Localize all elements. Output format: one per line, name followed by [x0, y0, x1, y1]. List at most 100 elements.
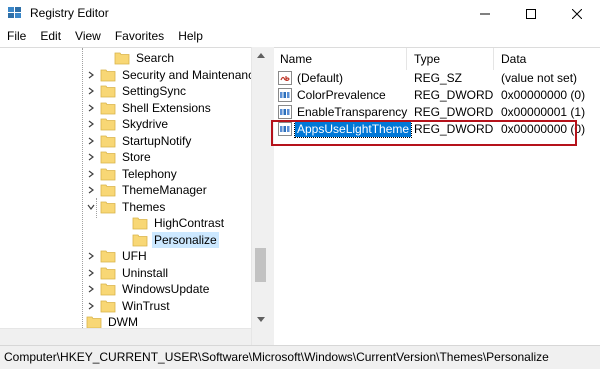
scroll-up-arrow-icon[interactable]	[252, 47, 269, 64]
value-name: ColorPrevalence	[297, 88, 386, 102]
dword-value-icon	[278, 105, 292, 119]
tree-item-label: Skydrive	[122, 117, 169, 131]
status-bar: Computer\HKEY_CURRENT_USER\Software\Micr…	[0, 345, 600, 369]
maximize-button[interactable]	[508, 0, 554, 27]
value-name: EnableTransparency	[297, 105, 408, 119]
chevron-right-icon[interactable]	[86, 133, 96, 149]
tree-item-security-and-maintenance[interactable]: Security and Maintenance	[86, 67, 263, 83]
tree-item-shell-extensions[interactable]: Shell Extensions	[86, 100, 213, 116]
chevron-right-icon[interactable]	[86, 248, 96, 264]
column-header-name[interactable]: Name	[280, 52, 312, 66]
chevron-right-icon[interactable]	[86, 100, 96, 116]
menu-edit[interactable]: Edit	[33, 27, 68, 47]
tree-item-label: ThemeManager	[122, 183, 207, 197]
tree-item-personalize[interactable]: Personalize	[118, 232, 219, 248]
tree-item-wintrust[interactable]: WinTrust	[86, 298, 172, 314]
title-bar[interactable]: Registry Editor	[0, 0, 600, 27]
tree-item-label: WindowsUpdate	[122, 282, 210, 296]
folder-icon	[100, 84, 116, 98]
close-icon	[572, 8, 582, 19]
folder-icon	[132, 233, 148, 247]
tree-item-label: HighContrast	[154, 216, 225, 230]
chevron-right-icon[interactable]	[86, 116, 96, 132]
scroll-down-arrow-icon[interactable]	[252, 311, 269, 328]
key-tree-pane[interactable]: Search Security and Maintenance SettingSyn…	[0, 47, 268, 346]
chevron-right-icon[interactable]	[86, 298, 96, 314]
open-folder-icon	[100, 200, 116, 214]
folder-icon	[100, 150, 116, 164]
tree-item-label: UFH	[122, 249, 147, 263]
chevron-right-icon[interactable]	[86, 281, 96, 297]
tree-scroll-thumb[interactable]	[255, 248, 266, 282]
tree-item-uninstall[interactable]: Uninstall	[86, 265, 170, 281]
tree-item-startupnotify[interactable]: StartupNotify	[86, 133, 193, 149]
key-path: Computer\HKEY_CURRENT_USER\Software\Micr…	[4, 350, 549, 364]
tree-item-search[interactable]: Search	[100, 50, 176, 66]
menu-favorites[interactable]: Favorites	[108, 27, 171, 47]
maximize-icon	[526, 8, 536, 19]
folder-icon	[100, 68, 116, 82]
registry-editor-window: Registry Editor File Edit View Favorites…	[0, 0, 600, 369]
tree-item-telephony[interactable]: Telephony	[86, 166, 179, 182]
close-button[interactable]	[554, 0, 600, 27]
column-divider[interactable]	[406, 48, 407, 70]
tree-item-label: Store	[122, 150, 151, 164]
chevron-right-icon[interactable]	[86, 67, 96, 83]
tree-item-skydrive[interactable]: Skydrive	[86, 116, 170, 132]
folder-icon	[100, 299, 116, 313]
folder-icon	[100, 101, 116, 115]
value-row-enabletransparency[interactable]: EnableTransparency REG_DWORD 0x00000001 (1…	[278, 104, 594, 121]
menu-help[interactable]: Help	[171, 27, 210, 47]
chevron-right-icon[interactable]	[86, 83, 96, 99]
value-name: (Default)	[297, 71, 344, 85]
tree-horizontal-scrollbar[interactable]	[0, 328, 251, 346]
tree-item-label: Security and Maintenance	[122, 68, 261, 82]
tree-item-store[interactable]: Store	[86, 149, 153, 165]
chevron-right-icon[interactable]	[86, 166, 96, 182]
tree-item-label: Themes	[122, 200, 166, 214]
value-type: REG_SZ	[414, 71, 463, 85]
minimize-icon	[480, 13, 490, 14]
tree-item-thememanager[interactable]: ThemeManager	[86, 182, 209, 198]
tree-item-ufh[interactable]: UFH	[86, 248, 149, 264]
tree-item-label: Shell Extensions	[122, 101, 211, 115]
value-data: 0x00000001 (1)	[501, 105, 586, 119]
column-header-data[interactable]: Data	[501, 52, 526, 66]
folder-icon	[132, 216, 148, 230]
folder-icon	[100, 134, 116, 148]
highlight-annotation-box	[271, 120, 577, 146]
menu-view[interactable]: View	[68, 27, 108, 47]
folder-icon	[100, 266, 116, 280]
tree-item-label: WinTrust	[122, 299, 170, 313]
tree-item-highcontrast[interactable]: HighContrast	[118, 215, 226, 231]
tree-guide-line	[82, 48, 83, 328]
column-header-type[interactable]: Type	[414, 52, 440, 66]
column-divider[interactable]	[493, 48, 494, 70]
folder-icon	[86, 315, 102, 329]
string-value-icon	[278, 71, 292, 85]
value-row-colorprevalence[interactable]: ColorPrevalence REG_DWORD 0x00000000 (0)	[278, 87, 594, 104]
tree-vertical-scrollbar[interactable]	[251, 47, 269, 345]
tree-item-settingsync[interactable]: SettingSync	[86, 83, 188, 99]
folder-icon	[114, 51, 130, 65]
tree-item-label: Uninstall	[122, 266, 169, 280]
chevron-right-icon[interactable]	[86, 265, 96, 281]
menu-file[interactable]: File	[0, 27, 33, 47]
value-row-default[interactable]: (Default) REG_SZ (value not set)	[278, 70, 594, 87]
value-type: REG_DWORD	[414, 105, 494, 119]
value-type: REG_DWORD	[414, 88, 494, 102]
tree-item-label: SettingSync	[122, 84, 187, 98]
tree-item-themes[interactable]: Themes	[86, 199, 167, 215]
minimize-button[interactable]	[462, 0, 508, 27]
tree-item-label: Search	[136, 51, 175, 65]
chevron-down-icon[interactable]	[86, 199, 96, 215]
values-list-pane[interactable]: Name Type Data (Default) REG_SZ (value not…	[274, 47, 600, 346]
chevron-right-icon[interactable]	[86, 149, 96, 165]
tree-item-label: Personalize	[152, 232, 219, 248]
tree-item-windowsupdate[interactable]: WindowsUpdate	[86, 281, 211, 297]
folder-icon	[100, 117, 116, 131]
chevron-right-icon[interactable]	[86, 182, 96, 198]
menu-bar: File Edit View Favorites Help	[0, 27, 600, 47]
value-data: (value not set)	[501, 71, 578, 85]
